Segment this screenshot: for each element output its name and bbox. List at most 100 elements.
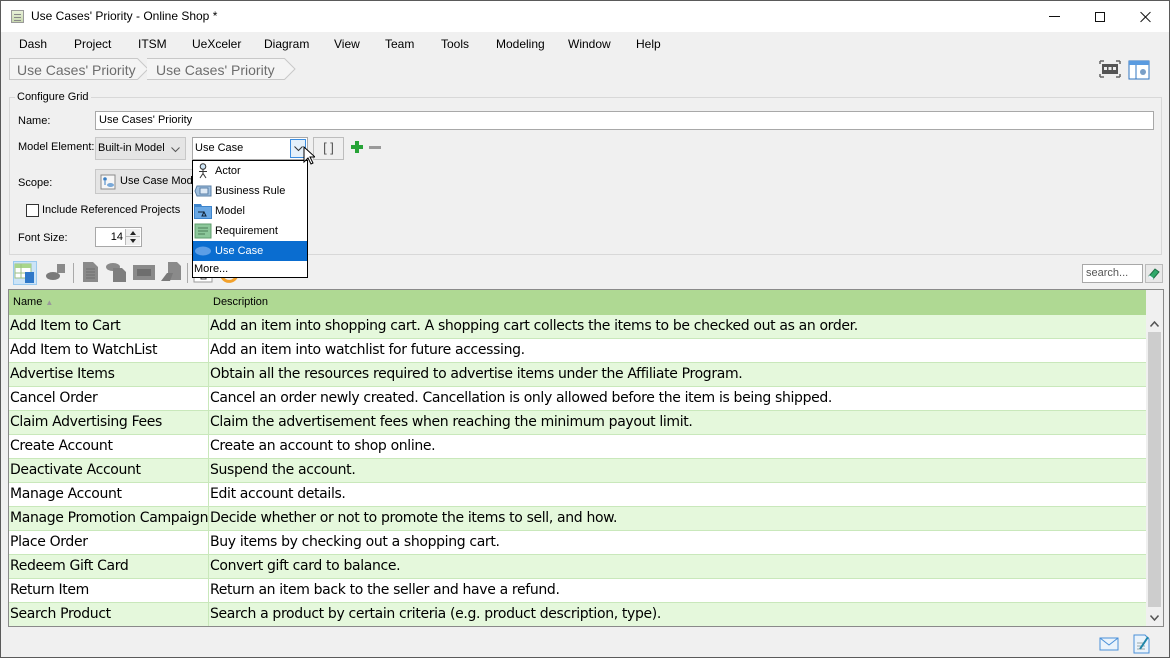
close-button[interactable] <box>1123 1 1169 32</box>
breadcrumb-item[interactable]: Use Cases' Priority <box>9 58 137 80</box>
name-label: Name: <box>18 115 51 127</box>
table-row[interactable]: Add Item to Cart Add an item into shoppin… <box>9 315 1146 339</box>
document-icon[interactable] <box>79 261 103 285</box>
scrollbar-thumb[interactable] <box>1148 332 1161 607</box>
table-row[interactable]: Manage Account Edit account details. <box>9 483 1146 507</box>
menu-modeling[interactable]: Modeling <box>496 37 545 51</box>
cell-name[interactable]: Search Product <box>9 603 209 626</box>
table-row[interactable]: Search Product Search a product by certai… <box>9 603 1146 626</box>
font-size-spinner[interactable]: 14 <box>95 227 142 247</box>
table-row[interactable]: Create Account Create an account to shop … <box>9 435 1146 459</box>
model-type-select[interactable]: Use Case <box>192 137 308 160</box>
increment-button[interactable] <box>126 229 140 237</box>
cell-name[interactable]: Redeem Gift Card <box>9 555 209 578</box>
cell-description[interactable]: Cancel an order newly created. Cancellat… <box>209 387 1146 410</box>
table-row[interactable]: Place Order Buy items by checking out a s… <box>9 531 1146 555</box>
menu-window[interactable]: Window <box>568 37 611 51</box>
table-row[interactable]: Redeem Gift Card Convert gift card to bal… <box>9 555 1146 579</box>
decrement-button[interactable] <box>126 237 140 245</box>
cell-name[interactable]: Advertise Items <box>9 363 209 386</box>
clear-search-button[interactable] <box>1145 264 1163 283</box>
dropdown-option-more[interactable]: More... <box>193 262 228 276</box>
menu-dash[interactable]: Dash <box>19 37 47 51</box>
shape-tool-icon[interactable] <box>44 261 68 285</box>
chevron-down-icon <box>1150 614 1159 621</box>
cell-description[interactable]: Convert gift card to balance. <box>209 555 1146 578</box>
remove-icon[interactable] <box>369 146 381 149</box>
cell-name[interactable]: Return Item <box>9 579 209 602</box>
export-icon[interactable] <box>160 261 184 285</box>
cell-name[interactable]: Manage Account <box>9 483 209 506</box>
cell-description[interactable]: Decide whether or not to promote the ite… <box>209 507 1146 530</box>
font-size-value[interactable]: 14 <box>111 231 123 243</box>
cell-description[interactable]: Return an item back to the seller and ha… <box>209 579 1146 602</box>
scroll-down-button[interactable] <box>1146 609 1163 626</box>
scope-label: Scope: <box>18 177 53 189</box>
mail-icon[interactable] <box>1099 637 1119 654</box>
vertical-scrollbar[interactable] <box>1146 315 1163 626</box>
cell-description[interactable]: Claim the advertisement fees when reachi… <box>209 411 1146 434</box>
dropdown-option-use-case[interactable]: Use Case <box>193 241 307 261</box>
cell-description[interactable]: Edit account details. <box>209 483 1146 506</box>
cell-description[interactable]: Buy items by checking out a shopping car… <box>209 531 1146 554</box>
cell-name[interactable]: Manage Promotion Campaigns <box>9 507 209 530</box>
dropdown-option-business-rule[interactable]: Business Rule <box>193 181 307 201</box>
dropdown-option-model[interactable]: Model <box>193 201 307 221</box>
menu-team[interactable]: Team <box>385 37 414 51</box>
note-icon[interactable] <box>104 261 128 285</box>
cell-name[interactable]: Add Item to Cart <box>9 315 209 338</box>
cell-description[interactable]: Add an item into watchlist for future ac… <box>209 339 1146 362</box>
cell-name[interactable]: Claim Advertising Fees <box>9 411 209 434</box>
menu-diagram[interactable]: Diagram <box>264 37 309 51</box>
model-icon <box>194 203 212 219</box>
cell-name[interactable]: Create Account <box>9 435 209 458</box>
column-header-name[interactable]: Name ▲ <box>9 290 209 315</box>
grid-name-input[interactable]: Use Cases' Priority <box>95 111 1154 130</box>
grid-search-input[interactable]: search... <box>1082 264 1143 283</box>
use-case-model-icon <box>100 174 116 193</box>
table-row[interactable]: Manage Promotion Campaigns Decide whether… <box>9 507 1146 531</box>
table-row[interactable]: Advertise Items Obtain all the resources … <box>9 363 1146 387</box>
model-source-select[interactable]: Built-in Model <box>95 137 186 160</box>
table-row[interactable]: Cancel Order Cancel an order newly create… <box>9 387 1146 411</box>
menu-itsm[interactable]: ITSM <box>138 37 167 51</box>
menu-help[interactable]: Help <box>636 37 661 51</box>
cell-description[interactable]: Search a product by certain criteria (e.… <box>209 603 1146 626</box>
dropdown-option-requirement[interactable]: Requirement <box>193 221 307 241</box>
cell-name[interactable]: Place Order <box>9 531 209 554</box>
edit-note-icon[interactable] <box>1133 634 1151 657</box>
minimize-button[interactable] <box>1031 1 1077 32</box>
cell-description[interactable]: Suspend the account. <box>209 459 1146 482</box>
cell-description[interactable]: Add an item into shopping cart. A shoppi… <box>209 315 1146 338</box>
cell-description[interactable]: Obtain all the resources required to adv… <box>209 363 1146 386</box>
menu-tools[interactable]: Tools <box>441 37 469 51</box>
application-window: Use Cases' Priority - Online Shop * Dash… <box>0 0 1170 658</box>
table-row[interactable]: Deactivate Account Suspend the account. <box>9 459 1146 483</box>
menu-uexceler[interactable]: UeXceler <box>192 37 241 51</box>
grid-view-button[interactable] <box>13 261 37 285</box>
arrow-up-icon <box>130 230 136 235</box>
table-row[interactable]: Return Item Return an item back to the se… <box>9 579 1146 603</box>
cell-description[interactable]: Create an account to shop online. <box>209 435 1146 458</box>
scope-button[interactable]: Use Case Model <box>95 169 195 194</box>
dropdown-option-actor[interactable]: Actor <box>193 161 307 181</box>
scroll-up-button[interactable] <box>1146 315 1163 332</box>
table-row[interactable]: Claim Advertising Fees Claim the advertis… <box>9 411 1146 435</box>
multiplicity-button[interactable]: [ ] <box>313 137 344 160</box>
column-header-description[interactable]: Description <box>209 290 1146 315</box>
scope-value: Use Case Model <box>120 175 195 187</box>
menu-project[interactable]: Project <box>74 37 111 51</box>
breadcrumb-item[interactable]: Use Cases' Priority <box>147 58 284 80</box>
cell-name[interactable]: Cancel Order <box>9 387 209 410</box>
table-body: Add Item to Cart Add an item into shoppin… <box>9 315 1146 626</box>
grid-layout-icon[interactable] <box>1128 60 1150 83</box>
fit-to-window-icon[interactable] <box>1099 60 1121 81</box>
add-icon[interactable] <box>351 141 363 153</box>
cell-name[interactable]: Add Item to WatchList <box>9 339 209 362</box>
cell-name[interactable]: Deactivate Account <box>9 459 209 482</box>
frame-icon[interactable] <box>132 261 156 285</box>
table-row[interactable]: Add Item to WatchList Add an item into wa… <box>9 339 1146 363</box>
include-referenced-checkbox[interactable] <box>26 204 39 217</box>
menu-view[interactable]: View <box>334 37 360 51</box>
maximize-button[interactable] <box>1077 1 1123 32</box>
